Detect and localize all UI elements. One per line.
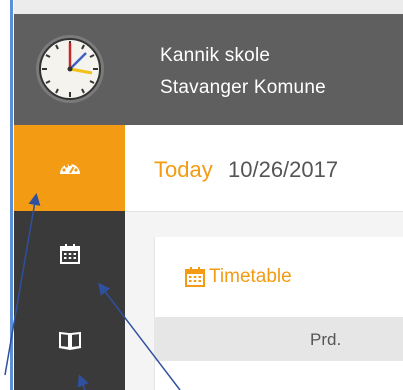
sidebar-item-dashboard[interactable] [14, 125, 125, 211]
top-strip [14, 0, 403, 14]
municipality-name: Stavanger Komune [160, 77, 326, 98]
app-header: Kannik skole Stavanger Komune [14, 14, 403, 125]
today-bar: Today 10/26/2017 [125, 125, 403, 212]
today-date: 10/26/2017 [228, 157, 339, 182]
timetable-title: Timetable [209, 266, 292, 287]
dashboard-icon [59, 162, 80, 174]
left-margin [0, 0, 14, 390]
book-icon [58, 331, 81, 350]
main-content: Today 10/26/2017 Timetable Prd. [125, 125, 403, 390]
timetable-panel: Timetable Prd. [154, 237, 403, 390]
sidebar-item-book[interactable] [14, 297, 125, 383]
table-row [155, 361, 403, 390]
left-border-line [10, 0, 13, 390]
today-label: Today [154, 157, 213, 182]
timetable-header[interactable]: Timetable [155, 237, 403, 317]
timetable-calendar-icon [185, 267, 205, 287]
sidebar [14, 125, 125, 390]
timetable-table-header: Prd. [155, 317, 403, 361]
calendar-icon [59, 244, 80, 264]
school-name: Kannik skole [160, 45, 271, 66]
column-header-period: Prd. [310, 330, 342, 349]
sidebar-item-timetable[interactable] [14, 211, 125, 297]
clock-logo-icon [36, 35, 104, 103]
